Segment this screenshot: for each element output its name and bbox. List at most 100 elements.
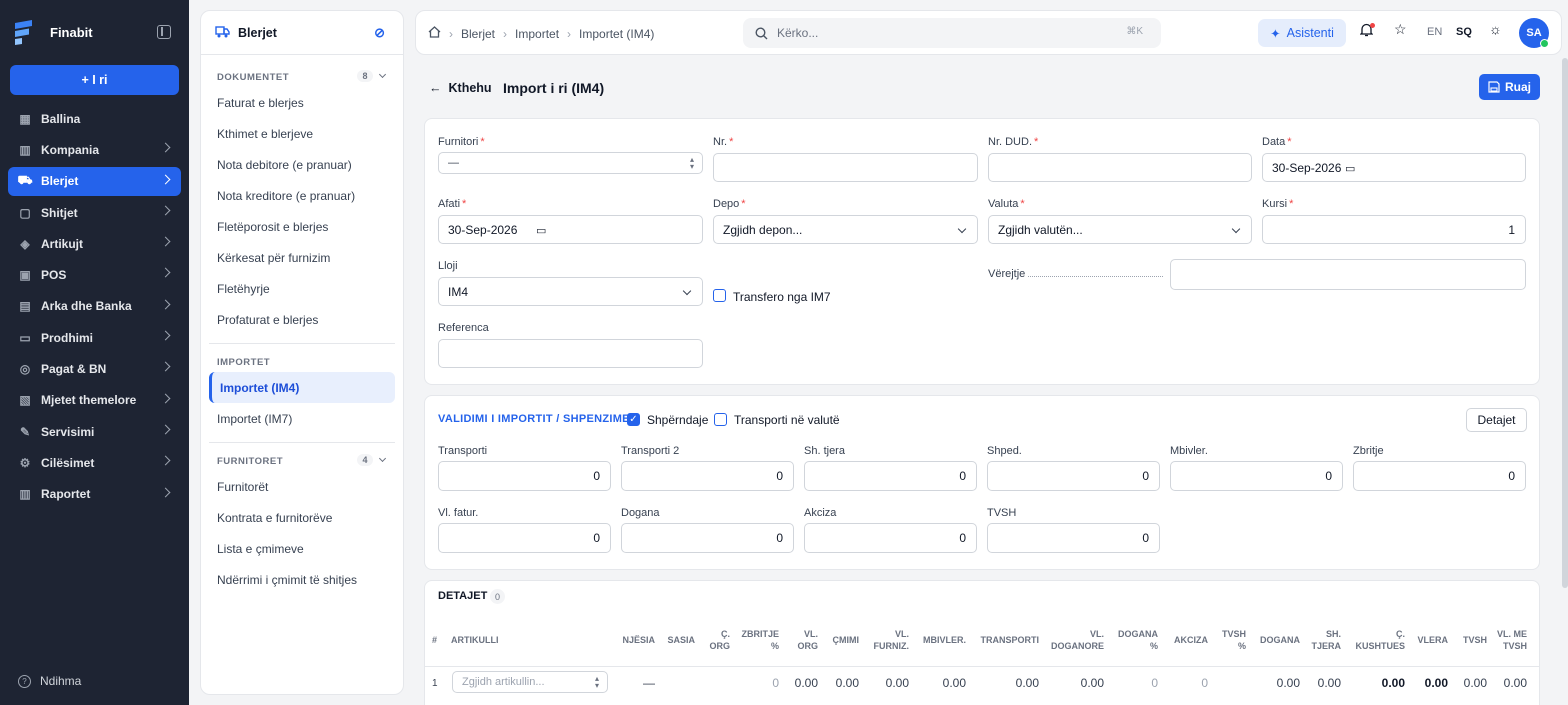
nr-dud-field[interactable] [988,153,1252,182]
unpin-icon[interactable]: ⊘ [374,25,385,41]
currency-select[interactable]: Zgjidh valutën... [988,215,1252,244]
submenu-item[interactable]: Fletëhyrje [201,273,403,304]
submenu-section-title[interactable]: DOKUMENTET 8 [201,67,403,87]
cost-field-input[interactable]: 0 [804,523,977,553]
sidebar-item-mjetet-themelore[interactable]: ▧ Mjetet themelore [8,386,181,415]
sidebar-item-pagat-bn[interactable]: ◎ Pagat & BN [8,354,181,383]
details-button-label: Detajet [1477,413,1516,427]
submenu-item[interactable]: Importet (IM4) [209,372,395,403]
assistant-button[interactable]: ✦ Asistenti [1258,19,1346,47]
submenu-item[interactable]: Kërkesat për furnizim [201,242,403,273]
submenu-item[interactable]: Kthimet e blerjeve [201,118,403,149]
search-input[interactable]: Kërko... ⌘K [743,18,1161,48]
rate-field[interactable]: 1 [1262,215,1526,244]
sidebar-item-cil-simet[interactable]: ⚙ Cilësimet [8,448,181,477]
updown-icon: ▴ ▾ [689,155,694,171]
calendar-icon[interactable]: ▭ [536,224,546,237]
supplier-value: — [448,157,459,169]
table-column-header: ÇMIMI [832,635,860,645]
cost-field-input[interactable]: 0 [621,461,794,491]
breadcrumb-item[interactable]: Importet [515,27,559,41]
sidebar-item-arka-dhe-banka[interactable]: ▤ Arka dhe Banka [8,292,181,321]
home-icon[interactable] [428,26,441,41]
reference-field[interactable] [438,339,703,368]
sidebar-collapse-icon[interactable] [157,25,171,39]
transport-currency-checkbox[interactable] [714,413,727,426]
star-icon[interactable]: ☆ [1394,21,1407,38]
lang-sq[interactable]: SQ [1456,26,1472,38]
submenu-item[interactable]: Lista e çmimeve [201,533,403,564]
table-column-header: DOGANA % [1118,629,1158,651]
page-scrollbar[interactable] [1562,58,1568,588]
main-nav: ▦ Ballina ▥ Kompania ⛟ Blerjet ▢ Shitjet ◈ Artiku… [8,104,181,511]
chart-icon: ▥ [19,487,31,502]
article-select[interactable]: Zgjidh artikullin... ▴ ▾ [452,671,608,693]
cost-field-value: 0 [593,469,600,483]
breadcrumb-item[interactable]: Blerjet [461,27,495,41]
box-icon: ◈ [20,236,30,251]
new-button[interactable]: + I ri [10,65,179,95]
cost-field-label: Dogana [621,507,660,519]
nr-field[interactable] [713,153,978,182]
date-field[interactable]: 30-Sep-2026 ▭ [1262,153,1526,182]
cost-field-input[interactable]: 0 [1170,461,1343,491]
sidebar-item-artikujt[interactable]: ◈ Artikujt [8,229,181,258]
wrench-icon: ✎ [19,424,31,439]
submenu-item[interactable]: Importet (IM7) [201,403,403,434]
supplier-select[interactable]: — ▴ ▾ [438,152,703,174]
notes-textarea[interactable] [1170,259,1526,290]
submenu-item[interactable]: Fletëporosit e blerjes [201,211,403,242]
table-cell[interactable]: 0 [1110,676,1158,690]
cost-field-input[interactable]: 0 [804,461,977,491]
help-link[interactable]: ? Ndihma [18,674,81,688]
sidebar-item-prodhimi[interactable]: ▭ Prodhimi [8,323,181,352]
table-cell: 0.00 [1276,676,1300,690]
submenu-item[interactable]: Nota debitore (e pranuar) [201,149,403,180]
cost-field-value: 0 [593,531,600,545]
sidebar-item-shitjet[interactable]: ▢ Shitjet [8,198,181,227]
sidebar-item-ballina[interactable]: ▦ Ballina [8,104,181,133]
sidebar-item-kompania[interactable]: ▥ Kompania [8,135,181,164]
submenu-item[interactable]: Profaturat e blerjes [201,304,403,335]
due-date-field[interactable]: 30-Sep-2026 ▭ [438,215,703,244]
sidebar-item-blerjet[interactable]: ⛟ Blerjet [8,166,181,196]
sidebar-item-label: Mjetet themelore [41,393,137,408]
distribute-checkbox[interactable]: ✓ [627,413,640,426]
notes-divider [1028,276,1163,277]
submenu-item[interactable]: Faturat e blerjes [201,87,403,118]
back-button[interactable]: ← Kthehu [429,81,492,95]
lang-en[interactable]: EN [1427,26,1442,38]
cost-field-input[interactable]: 0 [438,461,611,491]
avatar[interactable]: SA [1519,18,1549,48]
cost-field-input[interactable]: 0 [1353,461,1526,491]
currency-value: Zgjidh valutën... [998,222,1083,237]
avatar-initials: SA [1526,27,1542,39]
submenu-section-title[interactable]: FURNITORET 4 [201,451,403,471]
calendar-icon[interactable]: ▭ [1345,162,1355,175]
cost-field-input[interactable]: 0 [987,523,1160,553]
chevron-right-icon [160,424,171,435]
cost-field-input[interactable]: 0 [987,461,1160,491]
type-select[interactable]: IM4 [438,277,703,306]
transfer-im7-checkbox[interactable] [713,289,726,302]
submenu-item[interactable]: Ndërrimi i çmimit të shitjes [201,564,403,595]
save-button[interactable]: Ruaj [1479,74,1540,100]
submenu-item[interactable]: Kontrata e furnitorëve [201,502,403,533]
sidebar-item-servisimi[interactable]: ✎ Servisimi [8,417,181,446]
warehouse-select[interactable]: Zgjidh depon... [713,215,978,244]
sidebar-item-raportet[interactable]: ▥ Raportet [8,480,181,509]
sidebar-item-pos[interactable]: ▣ POS [8,260,181,289]
submenu-section-title[interactable]: IMPORTET [201,352,403,372]
table-cell[interactable]: 0 [1165,676,1208,690]
brand[interactable]: Finabit [12,18,93,46]
submenu-item[interactable]: Furnitorët [201,471,403,502]
cost-field-label: Shped. [987,445,1022,457]
sun-icon[interactable]: ☼ [1489,21,1502,37]
submenu-item[interactable]: Nota kreditore (e pranuar) [201,180,403,211]
cost-field-input[interactable]: 0 [621,523,794,553]
new-button-label: + I ri [81,73,108,87]
table-cell[interactable]: 0 [735,676,779,690]
cost-field-input[interactable]: 0 [438,523,611,553]
details-button[interactable]: Detajet [1466,408,1527,432]
chevron-right-icon [160,205,171,216]
